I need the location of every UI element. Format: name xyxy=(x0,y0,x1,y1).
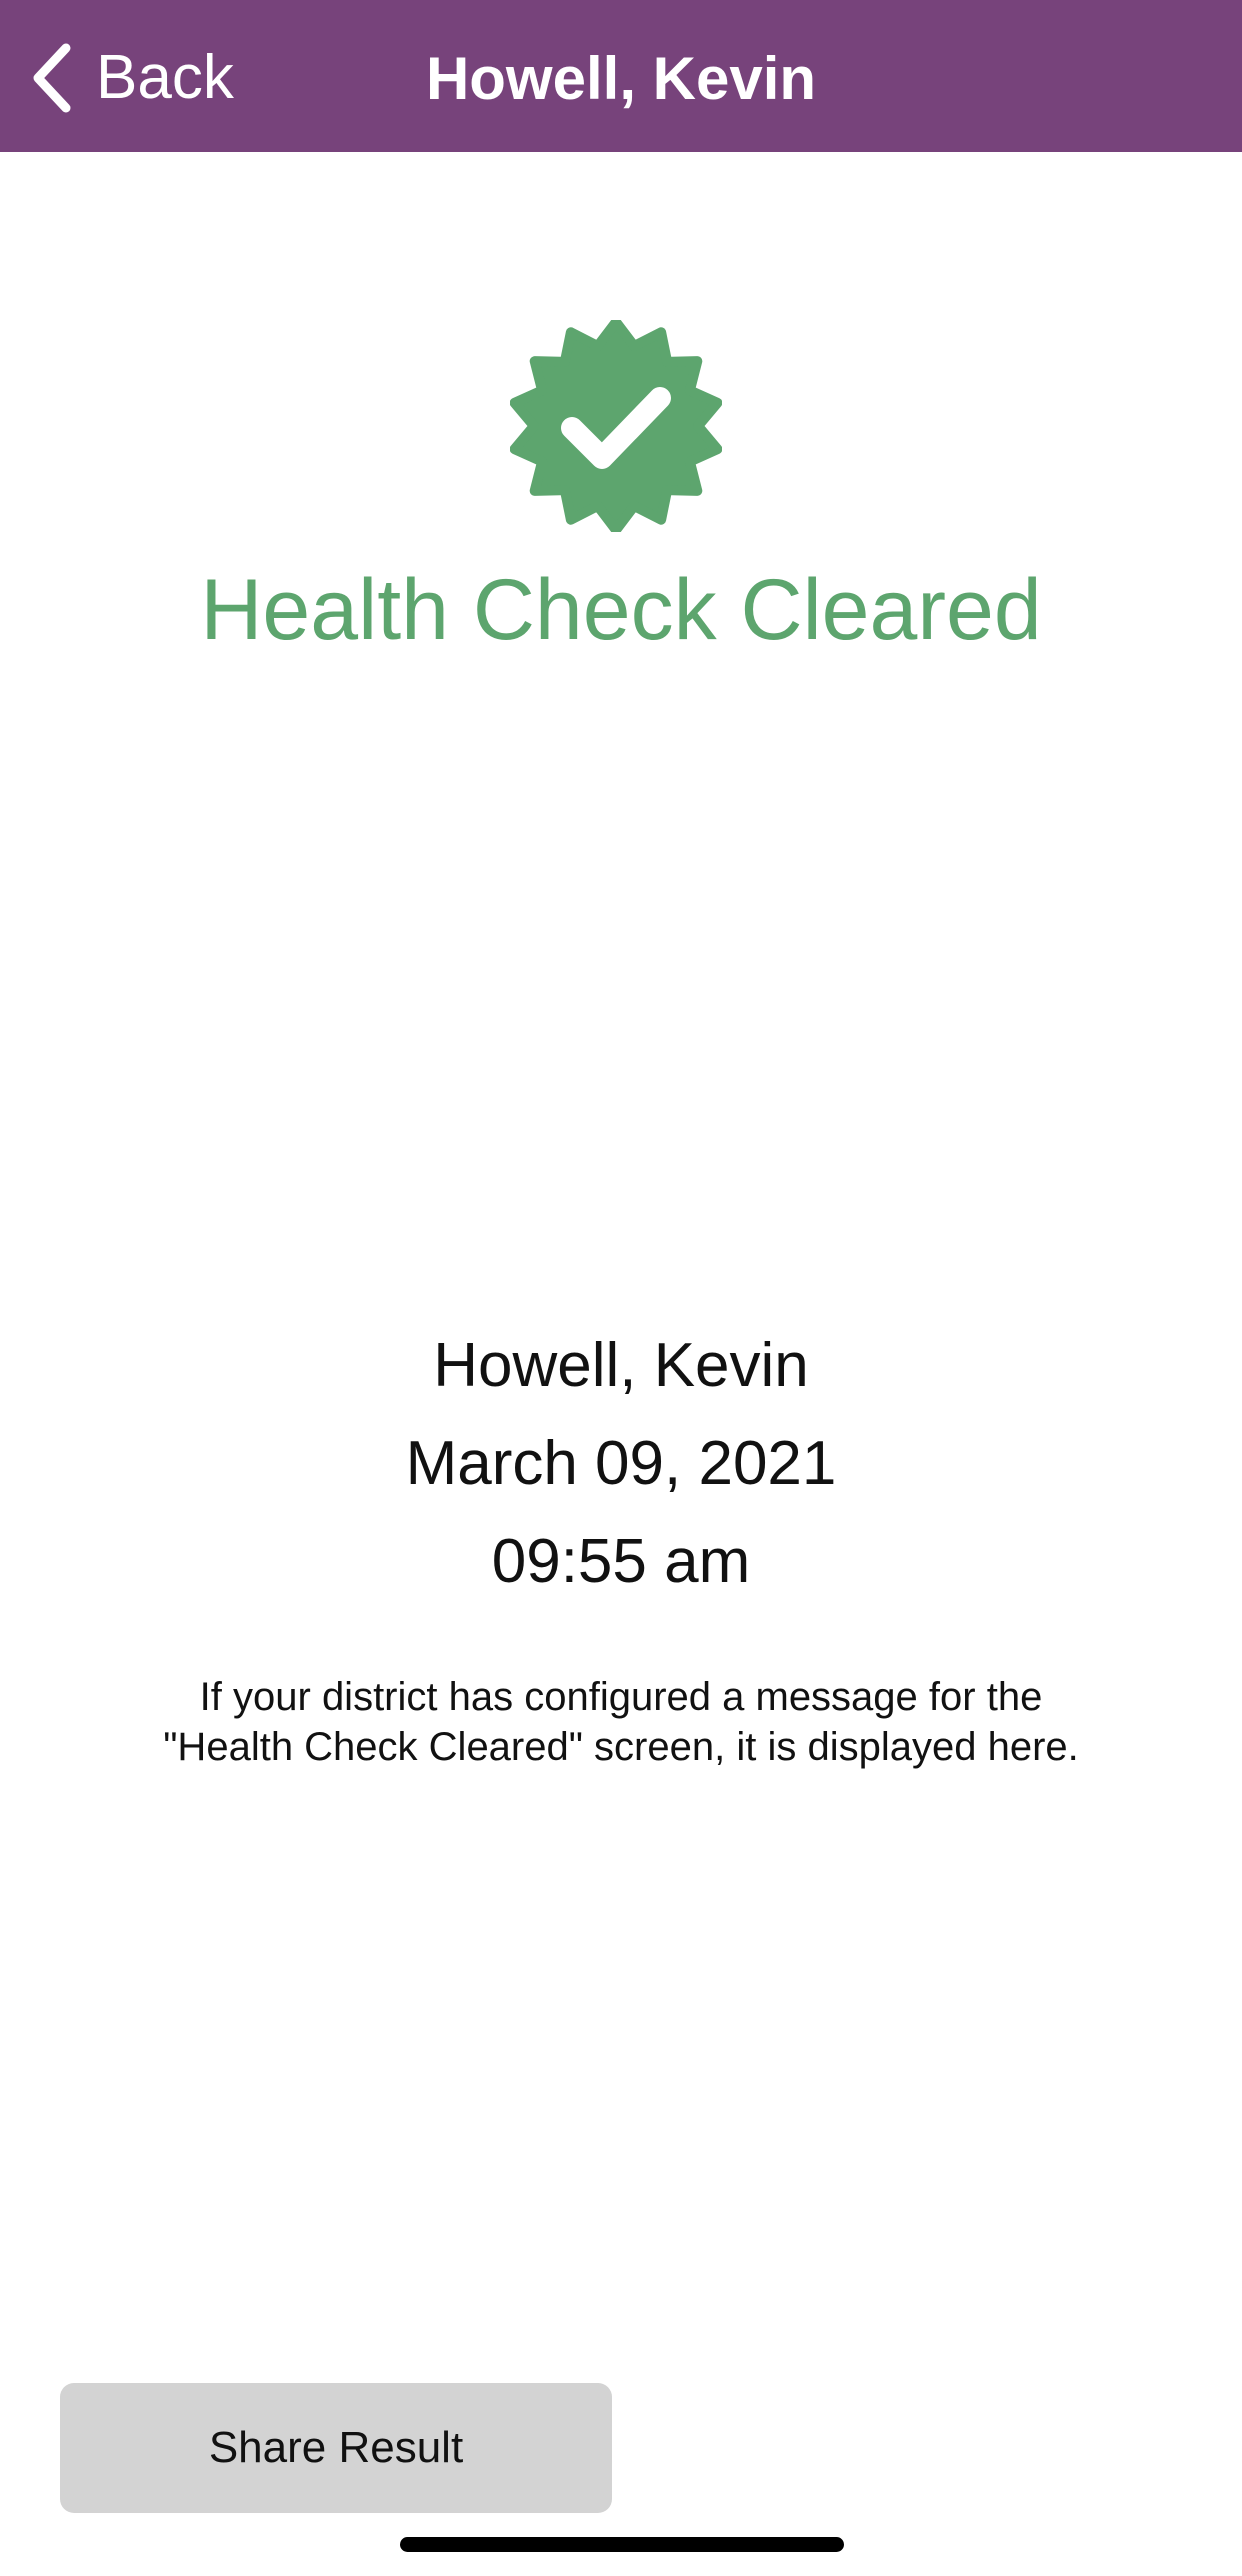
check-date: March 09, 2021 xyxy=(405,1429,837,1498)
home-indicator xyxy=(400,2537,844,2552)
verified-badge-check-icon xyxy=(510,320,722,532)
page-title: Howell, Kevin xyxy=(425,45,817,112)
navigation-bar: Back Howell, Kevin xyxy=(0,0,1242,152)
district-message: If your district has configured a messag… xyxy=(163,1675,1079,1769)
check-time: 09:55 am xyxy=(491,1527,751,1596)
person-name: Howell, Kevin xyxy=(433,1331,809,1400)
share-result-button[interactable]: Share Result xyxy=(60,2383,612,2513)
status-title: Health Check Cleared xyxy=(200,562,1042,658)
